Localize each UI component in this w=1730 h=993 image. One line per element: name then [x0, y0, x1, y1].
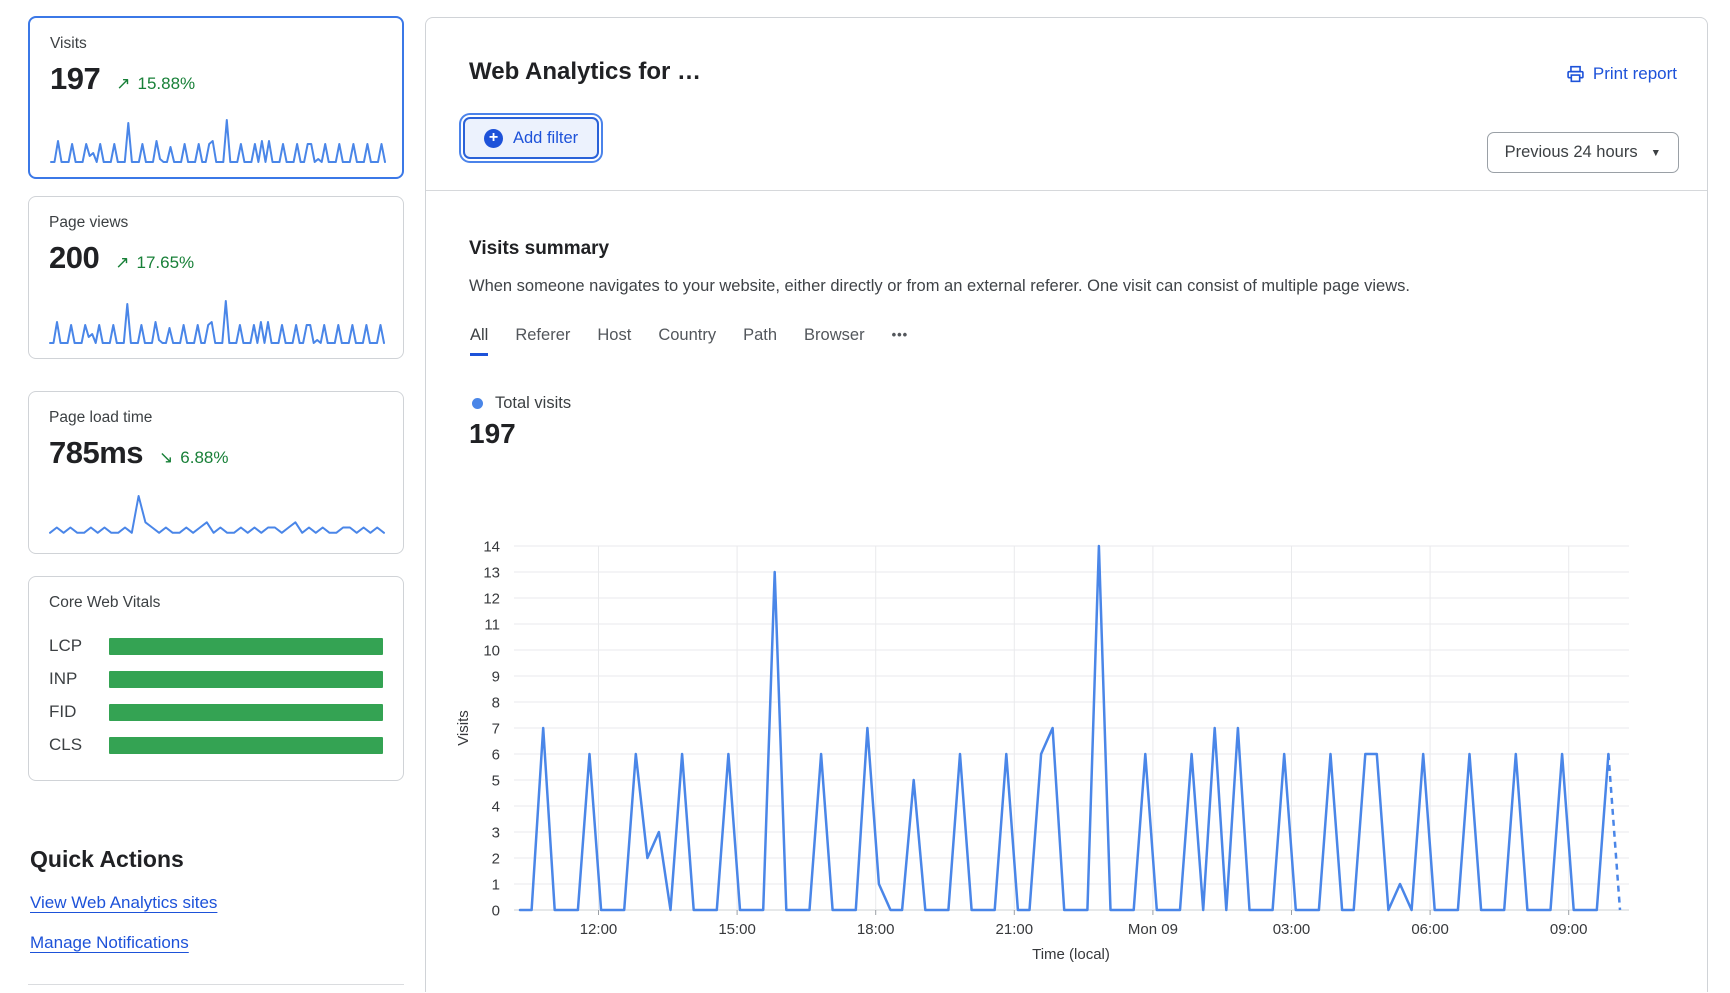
add-filter-button[interactable]: + Add filter [463, 117, 599, 159]
header-divider [426, 190, 1707, 191]
metric-card-page-views[interactable]: Page views 200 ↗ 17.65% [28, 196, 404, 359]
core-web-vitals-rows: LCP INP FID CLS [49, 636, 383, 755]
time-range-label: Previous 24 hours [1505, 143, 1638, 162]
x-axis-tick-label: 18:00 [857, 921, 895, 938]
summary-tabs: All Referer Host Country Path Browser ••• [470, 326, 908, 356]
legend-label: Total visits [495, 394, 571, 413]
y-axis-tick-label: 9 [492, 669, 500, 686]
metric-row: 197 ↗ 15.88% [50, 61, 402, 97]
visits-sparkline [48, 114, 388, 166]
add-filter-label: Add filter [513, 129, 578, 148]
chart-legend: Total visits [472, 394, 571, 413]
metric-delta: ↘ 6.88% [159, 448, 228, 468]
y-axis-tick-label: 10 [483, 643, 500, 660]
core-web-vitals-title: Core Web Vitals [49, 594, 403, 612]
metric-card-title: Page load time [49, 409, 403, 427]
tab-all[interactable]: All [470, 326, 488, 356]
tab-host[interactable]: Host [597, 326, 631, 356]
metric-card-title: Visits [50, 35, 402, 53]
x-axis-tick-label: 15:00 [718, 921, 756, 938]
visits-summary-description: When someone navigates to your website, … [469, 277, 1410, 296]
quick-actions: Quick Actions View Web Analytics sites Ma… [30, 846, 405, 953]
metric-delta-value: 17.65% [136, 253, 194, 273]
cwv-row-fid: FID [49, 702, 383, 722]
visits-line-chart: 0123456789101112131412:0015:0018:0021:00… [426, 523, 1709, 993]
tab-referer[interactable]: Referer [515, 326, 570, 356]
web-analytics-dashboard: { "colors": { "accent_blue": "#1d52d9", … [0, 0, 1730, 988]
y-axis-tick-label: 2 [492, 851, 500, 868]
y-axis-tick-label: 3 [492, 825, 500, 842]
quick-action-link-view-web-analytics-sites[interactable]: View Web Analytics sites [30, 893, 217, 913]
sidebar-bottom-divider [28, 984, 404, 985]
total-visits-value: 197 [469, 418, 516, 450]
metric-card-visits[interactable]: Visits 197 ↗ 15.88% [28, 16, 404, 179]
cwv-row-inp: INP [49, 669, 383, 689]
cwv-score-bar [109, 638, 383, 655]
y-axis-tick-label: 4 [492, 799, 500, 816]
x-axis-title: Time (local) [1032, 946, 1110, 963]
y-axis-tick-label: 1 [492, 877, 500, 894]
y-axis-tick-label: 12 [483, 591, 500, 608]
quick-action-link-manage-notifications[interactable]: Manage Notifications [30, 933, 189, 953]
cwv-row-cls: CLS [49, 735, 383, 755]
y-axis-tick-label: 0 [492, 903, 500, 920]
metric-card-page-load-time[interactable]: Page load time 785ms ↘ 6.88% [28, 391, 404, 554]
plus-circle-icon: + [484, 129, 503, 148]
metric-value: 197 [50, 61, 100, 97]
tab-path[interactable]: Path [743, 326, 777, 356]
x-axis-tick-label: 21:00 [996, 921, 1034, 938]
tab-browser[interactable]: Browser [804, 326, 865, 356]
visits-summary-title: Visits summary [469, 238, 609, 260]
x-axis-tick-label: 12:00 [580, 921, 618, 938]
y-axis-tick-label: 13 [483, 565, 500, 582]
y-axis-tick-label: 6 [492, 747, 500, 764]
web-analytics-panel: Web Analytics for … Print report + Add f… [425, 17, 1708, 992]
printer-icon [1566, 65, 1585, 84]
x-axis-tick-label: 09:00 [1550, 921, 1588, 938]
cwv-label: INP [49, 669, 109, 689]
metric-value: 200 [49, 240, 99, 276]
legend-dot-icon [472, 398, 483, 409]
cwv-score-bar [109, 737, 383, 754]
cwv-label: CLS [49, 735, 109, 755]
y-axis-tick-label: 8 [492, 695, 500, 712]
page-load-sparkline [47, 490, 387, 542]
trend-up-icon: ↗ [115, 253, 129, 273]
chevron-down-icon: ▼ [1651, 147, 1661, 159]
cwv-row-lcp: LCP [49, 636, 383, 656]
metric-value: 785ms [49, 435, 143, 471]
quick-actions-title: Quick Actions [30, 846, 405, 873]
cwv-score-bar [109, 704, 383, 721]
cwv-score-bar [109, 671, 383, 688]
metric-delta: ↗ 15.88% [116, 74, 195, 94]
trend-up-icon: ↗ [116, 74, 130, 94]
metric-row: 200 ↗ 17.65% [49, 240, 403, 276]
trend-down-icon: ↘ [159, 448, 173, 468]
page-title: Web Analytics for … [469, 58, 701, 86]
quick-actions-links: View Web Analytics sites Manage Notificat… [30, 893, 405, 953]
y-axis-tick-label: 11 [484, 617, 500, 634]
print-report-label: Print report [1593, 64, 1677, 84]
metric-delta: ↗ 17.65% [115, 253, 194, 273]
core-web-vitals-card[interactable]: Core Web Vitals LCP INP FID CLS [28, 576, 404, 781]
y-axis-tick-label: 5 [492, 773, 500, 790]
y-axis-tick-label: 14 [483, 539, 500, 556]
page-views-sparkline [47, 295, 387, 347]
tab-country[interactable]: Country [658, 326, 716, 356]
x-axis-tick-label: Mon 09 [1128, 921, 1178, 938]
y-axis-title: Visits [455, 710, 472, 746]
metric-row: 785ms ↘ 6.88% [49, 435, 403, 471]
cwv-label: FID [49, 702, 109, 722]
metric-card-title: Page views [49, 214, 403, 232]
x-axis-tick-label: 06:00 [1411, 921, 1449, 938]
y-axis-tick-label: 7 [492, 721, 500, 738]
print-report-button[interactable]: Print report [1566, 64, 1677, 84]
x-axis-tick-label: 03:00 [1273, 921, 1311, 938]
cwv-label: LCP [49, 636, 109, 656]
tab-more[interactable]: ••• [892, 327, 909, 356]
metric-delta-value: 15.88% [137, 74, 195, 94]
time-range-dropdown[interactable]: Previous 24 hours ▼ [1487, 132, 1679, 173]
metric-delta-value: 6.88% [180, 448, 228, 468]
